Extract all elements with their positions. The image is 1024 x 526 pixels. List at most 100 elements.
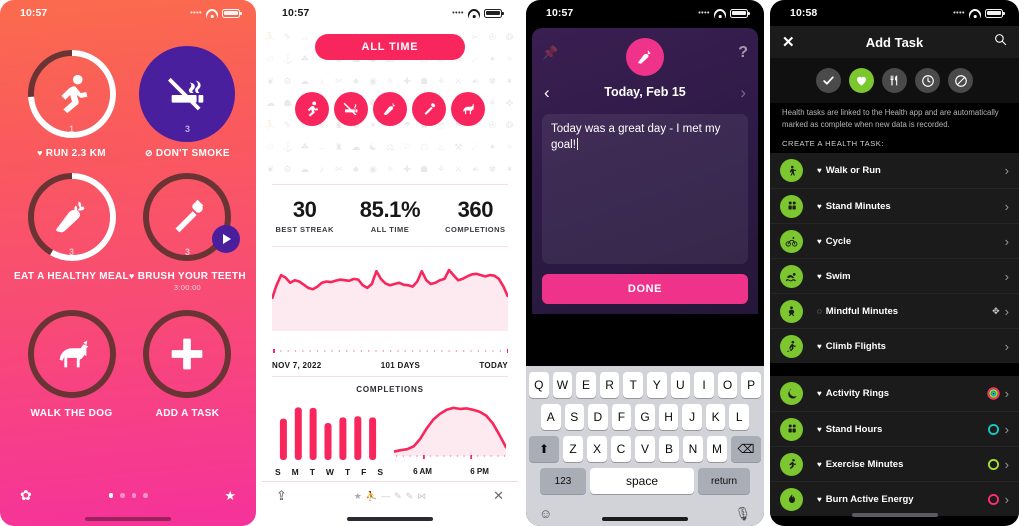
task-run[interactable]: 1 ♥ RUN 2.3 KM	[14, 46, 129, 159]
key-i[interactable]: I	[694, 372, 714, 398]
key-u[interactable]: U	[670, 372, 691, 398]
task-brush-teeth[interactable]: 3 ♥ BRUSH YOUR TEETH 3:00:00	[129, 169, 246, 292]
running-icon	[780, 452, 803, 476]
phone-add-task-screen: 10:58 •••• ✕ Add Task Health tasks are l…	[770, 0, 1019, 526]
health-task-group-2: ♥ Activity Rings › ♥ Stand Hours › ♥ Exe…	[770, 376, 1019, 517]
key-d[interactable]: D	[588, 404, 608, 430]
key-e[interactable]: E	[576, 372, 596, 398]
battery-icon	[222, 8, 242, 18]
list-item-walk-or-run[interactable]: ♥ Walk or Run ›	[770, 153, 1019, 189]
list-item-swim[interactable]: ♥ Swim ›	[770, 258, 1019, 294]
stats-bottom-bar: ⇪ ★ ⛹ — ✎ ✎ ⋈ ✕	[262, 481, 518, 504]
star-icon[interactable]: ★	[354, 491, 362, 502]
list-item-cycle[interactable]: ♥ Cycle ›	[770, 223, 1019, 259]
signal-dots-icon: ••••	[698, 9, 710, 17]
key-w[interactable]: W	[552, 372, 573, 398]
add-task-button[interactable]: ADD A TASK	[129, 306, 246, 419]
backspace-key[interactable]: ⌫	[731, 436, 761, 462]
settings-icon[interactable]: ✥	[992, 306, 1000, 317]
search-icon[interactable]	[994, 33, 1007, 51]
task-healthy-meal[interactable]: 3 EAT A HEALTHY MEAL	[14, 169, 129, 292]
tab-health-task[interactable]	[849, 68, 874, 93]
share-icon[interactable]: ⇪	[276, 488, 287, 504]
key-x[interactable]: X	[587, 436, 607, 462]
gear-icon[interactable]: ✿	[20, 487, 32, 504]
microphone-icon[interactable]: 🎙	[734, 506, 751, 522]
return-key[interactable]: return	[698, 468, 750, 494]
toothbrush-icon[interactable]	[412, 92, 446, 126]
key-r[interactable]: R	[599, 372, 620, 398]
list-item-exercise-minutes[interactable]: ♥ Exercise Minutes ›	[770, 446, 1019, 482]
key-y[interactable]: Y	[647, 372, 667, 398]
key-a[interactable]: A	[540, 404, 561, 430]
key-q[interactable]: Q	[529, 372, 549, 398]
task-label: ⊘ DON'T SMOKE	[145, 148, 230, 159]
key-s[interactable]: S	[564, 404, 585, 430]
list-item-stand-hours[interactable]: ♥ Stand Hours ›	[770, 411, 1019, 447]
close-icon[interactable]: ✕	[782, 33, 795, 51]
no-smoking-icon[interactable]	[334, 92, 368, 126]
chevron-right-icon: ›	[1004, 233, 1009, 249]
key-j[interactable]: J	[682, 404, 702, 430]
tab-timed-task[interactable]	[915, 68, 940, 93]
key-t[interactable]: T	[623, 372, 643, 398]
list-item-mindful-minutes[interactable]: ◌ Mindful Minutes ✥ ›	[770, 293, 1019, 329]
key-g[interactable]: G	[635, 404, 655, 430]
key-z[interactable]: Z	[563, 436, 583, 462]
key-n[interactable]: N	[683, 436, 703, 462]
list-item-text: Walk or Run	[825, 165, 881, 177]
dog-icon[interactable]	[451, 92, 485, 126]
key-c[interactable]: C	[611, 436, 631, 462]
pin-icon[interactable]: 📌	[542, 45, 558, 61]
list-item-stand-minutes[interactable]: ♥ Stand Minutes ›	[770, 188, 1019, 224]
keyboard-row-1: Q W E R T Y U I O P	[529, 372, 761, 398]
key-k[interactable]: K	[705, 404, 726, 430]
nav-bar: ✕ Add Task	[770, 26, 1019, 58]
previous-day-button[interactable]: ‹	[544, 84, 550, 101]
close-icon[interactable]: ✕	[493, 488, 504, 504]
numbers-key[interactable]: 123	[540, 468, 586, 494]
divider	[272, 376, 508, 377]
status-time: 10:57	[546, 7, 574, 19]
start-timer-button[interactable]	[211, 225, 240, 253]
list-item-text: Burn Active Energy	[825, 493, 914, 505]
emoji-icon[interactable]: ☺	[539, 506, 552, 521]
list-item-label: ♥ Walk or Run	[817, 165, 881, 176]
list-item-text: Stand Minutes	[825, 200, 891, 212]
task-title: RUN 2.3 KM	[45, 148, 106, 159]
tab-regular-task[interactable]	[816, 68, 841, 93]
range-filter-button[interactable]: ALL TIME	[315, 34, 465, 60]
space-key[interactable]: space	[590, 468, 694, 494]
task-walk-dog[interactable]: WALK THE DOG	[14, 306, 129, 419]
weekday-label: S	[377, 467, 383, 477]
heart-icon: ♥	[817, 389, 822, 399]
note-input[interactable]: Today was a great day - I met my goal!	[542, 114, 748, 264]
carrot-icon[interactable]	[373, 92, 407, 126]
key-f[interactable]: F	[611, 404, 632, 430]
running-icon[interactable]	[295, 92, 329, 126]
next-day-button[interactable]: ›	[740, 84, 746, 101]
star-icon[interactable]: ★	[224, 488, 236, 504]
tab-avoid-task[interactable]	[948, 68, 973, 93]
progress-ring: 1	[24, 46, 120, 142]
shift-key[interactable]: ⬆	[529, 436, 559, 462]
key-o[interactable]: O	[717, 372, 738, 398]
key-p[interactable]: P	[741, 372, 761, 398]
key-v[interactable]: V	[635, 436, 655, 462]
task-dont-smoke[interactable]: 3 ⊘ DON'T SMOKE	[129, 46, 246, 159]
key-l[interactable]: L	[729, 404, 750, 430]
list-item-activity-rings[interactable]: ♥ Activity Rings ›	[770, 376, 1019, 412]
list-item-text: Cycle	[825, 235, 852, 247]
key-h[interactable]: H	[658, 404, 679, 430]
question-mark-icon[interactable]: ?	[738, 44, 748, 62]
key-b[interactable]: B	[659, 436, 679, 462]
heart-icon: ♥	[817, 271, 822, 281]
weekday-label: F	[361, 467, 367, 477]
tab-meal-task[interactable]	[882, 68, 907, 93]
list-item-burn-active-energy[interactable]: ♥ Burn Active Energy ›	[770, 481, 1019, 517]
date-navigator: ‹ Today, Feb 15 ›	[532, 78, 758, 106]
done-button[interactable]: DONE	[542, 274, 748, 304]
key-m[interactable]: M	[707, 436, 727, 462]
list-item-climb-flights[interactable]: ♥ Climb Flights ›	[770, 328, 1019, 364]
heart-icon: ♥	[817, 166, 822, 176]
